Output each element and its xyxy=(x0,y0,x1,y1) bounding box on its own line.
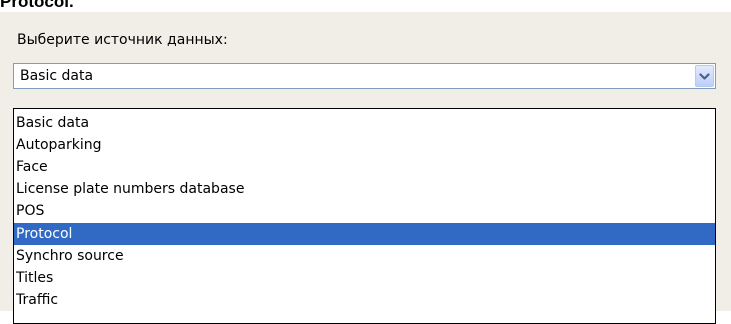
data-source-label: Выберите источник данных: xyxy=(17,32,228,48)
dropdown-button[interactable] xyxy=(695,65,714,87)
list-item[interactable]: Autoparking xyxy=(14,134,715,156)
list-item[interactable]: POS xyxy=(14,200,715,222)
combobox-value: Basic data xyxy=(20,68,94,84)
page-caption: Protocol. xyxy=(0,0,74,11)
data-source-dropdown-list[interactable]: Basic data Autoparking Face License plate n… xyxy=(13,108,716,324)
list-item[interactable]: Titles xyxy=(14,267,715,289)
list-item[interactable]: Basic data xyxy=(14,112,715,134)
data-source-combobox[interactable]: Basic data xyxy=(13,63,716,89)
list-item[interactable]: License plate numbers database xyxy=(14,178,715,200)
list-item[interactable]: Face xyxy=(14,156,715,178)
chevron-down-icon xyxy=(699,72,710,80)
list-item[interactable]: Traffic xyxy=(14,289,715,311)
list-item[interactable]: Synchro source xyxy=(14,245,715,267)
dialog-panel: Выберите источник данных: Basic data Bas… xyxy=(0,12,731,324)
list-item[interactable]: Protocol xyxy=(14,223,715,245)
